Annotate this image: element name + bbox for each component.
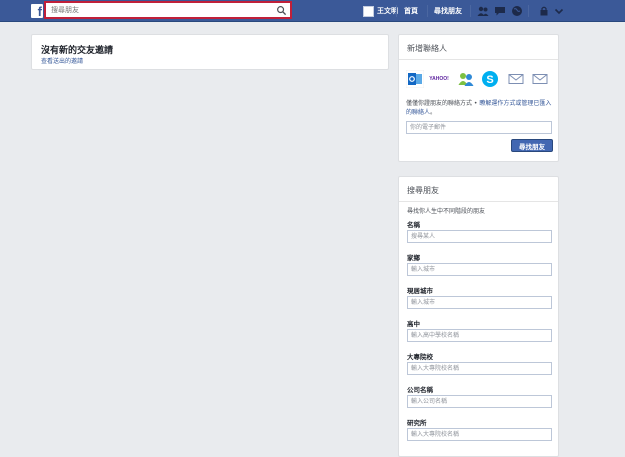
name-field[interactable]: [407, 230, 552, 243]
college-label: 大專院校: [407, 353, 433, 361]
messages-icon[interactable]: [494, 5, 506, 17]
high-school-label: 高中: [407, 320, 420, 328]
description-text: 僅僅你證朋友的聯絡方式 •: [406, 100, 480, 107]
windows-live-messenger-icon[interactable]: [457, 70, 475, 88]
hometown-field[interactable]: [407, 263, 552, 276]
nav-separator-4: [528, 0, 529, 22]
email-icon[interactable]: [507, 70, 525, 88]
other-email-icon[interactable]: [531, 70, 549, 88]
search-icon[interactable]: [276, 5, 287, 16]
email-field[interactable]: [406, 121, 552, 134]
avatar: [363, 5, 374, 17]
home-label: 首頁: [404, 7, 418, 15]
friend-requests-card: 沒有新的交友邀請 查看送出的邀請: [31, 34, 389, 70]
view-sent-requests-link[interactable]: 查看送出的邀請: [41, 56, 83, 65]
divider: [399, 59, 558, 60]
skype-icon[interactable]: S: [481, 70, 499, 88]
profile-link[interactable]: 王文明: [363, 0, 398, 22]
nav-separator-1: [396, 0, 397, 22]
top-navigation-bar: f 王文明 首頁 尋找朋友: [0, 0, 625, 22]
add-contacts-title: 新增聯絡人: [407, 44, 447, 53]
find-friends-label: 尋找朋友: [434, 7, 462, 15]
current-city-label: 現居城市: [407, 287, 433, 295]
college-field[interactable]: [407, 362, 552, 375]
hometown-label: 家鄉: [407, 254, 420, 262]
home-link[interactable]: 首頁: [404, 0, 418, 22]
chevron-down-icon[interactable]: [553, 5, 565, 17]
svg-text:S: S: [486, 74, 493, 86]
search-input[interactable]: [46, 3, 290, 17]
lock-icon[interactable]: [538, 5, 550, 17]
high-school-field[interactable]: [407, 329, 552, 342]
name-label: 名稱: [407, 221, 420, 229]
search-box: [44, 1, 292, 19]
globe-notifications-icon[interactable]: [511, 5, 523, 17]
description-end: 。: [430, 109, 437, 116]
friend-requests-icon[interactable]: [477, 5, 489, 17]
graduate-school-label: 研究所: [407, 419, 427, 427]
nav-separator-2: [427, 0, 428, 22]
facebook-logo-icon[interactable]: f: [31, 4, 43, 19]
yahoo-icon[interactable]: YAHOO!: [429, 70, 449, 88]
search-friends-subtitle: 尋找你人生中不同階段的朋友: [407, 208, 486, 215]
find-friends-button[interactable]: 尋找朋友: [511, 139, 553, 152]
nav-separator-3: [470, 0, 471, 22]
current-city-field[interactable]: [407, 296, 552, 309]
divider: [399, 201, 558, 202]
find-friends-link[interactable]: 尋找朋友: [434, 0, 462, 22]
employer-field[interactable]: [407, 395, 552, 408]
no-requests-title: 沒有新的交友邀請: [41, 46, 114, 56]
profile-name: 王文明: [377, 7, 398, 15]
search-friends-title: 搜尋朋友: [407, 186, 439, 195]
employer-label: 公司名稱: [407, 386, 433, 394]
search-friends-card: 搜尋朋友 尋找你人生中不同階段的朋友 名稱 家鄉 現居城市 高中 大專院校 公司…: [398, 176, 559, 457]
add-contacts-description: 僅僅你證朋友的聯絡方式 • 瞭解運作方式或管理已匯入的聯絡人。: [406, 99, 554, 117]
graduate-school-field[interactable]: [407, 428, 552, 441]
outlook-icon[interactable]: [406, 70, 424, 88]
